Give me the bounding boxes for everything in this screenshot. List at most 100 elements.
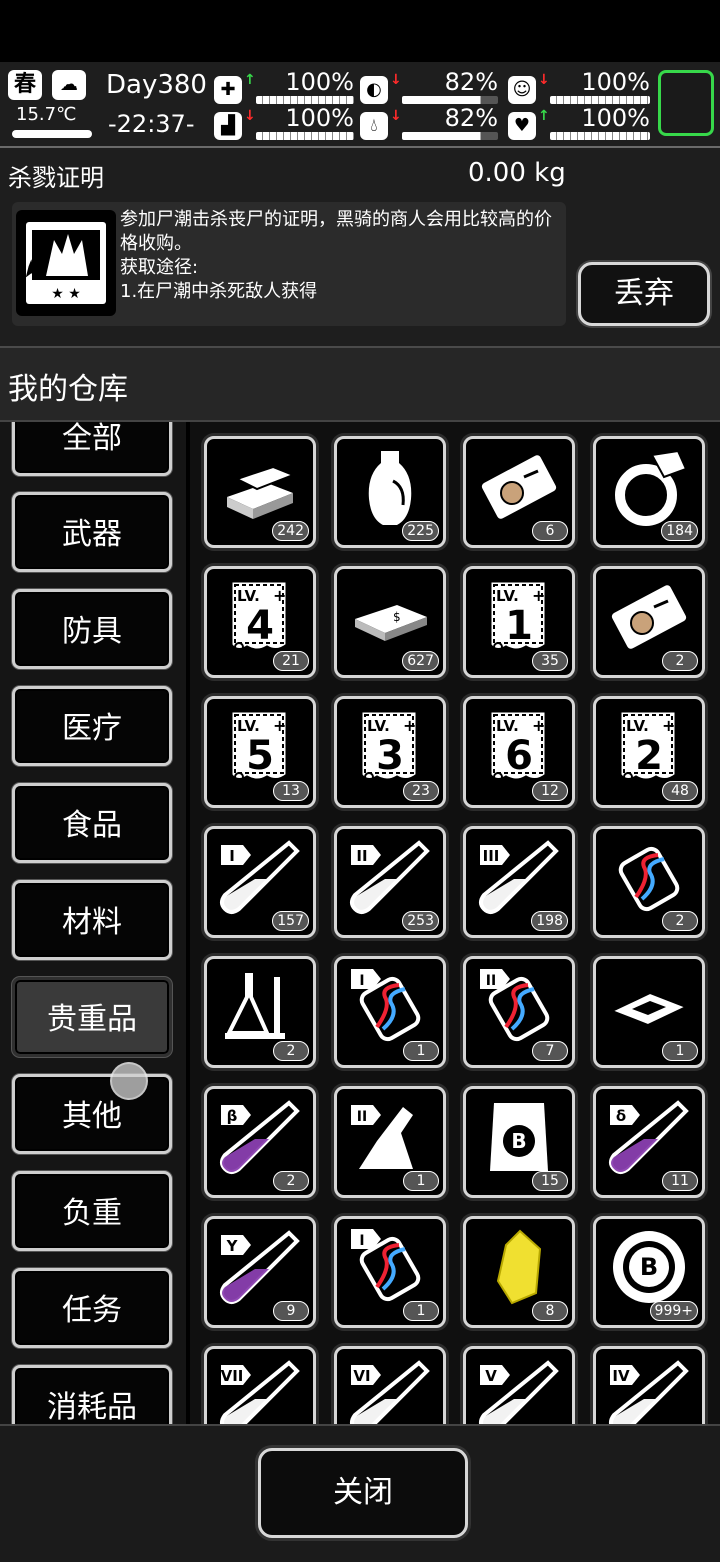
item-count-badge: 21 <box>273 651 309 671</box>
svg-text:$: $ <box>393 610 401 624</box>
discard-button[interactable]: 丢弃 <box>578 262 710 326</box>
cloudy-night-icon: ☁ <box>52 70 86 100</box>
temperature-bar <box>12 130 92 138</box>
item-slot[interactable]: I 157 <box>204 826 316 938</box>
item-slot[interactable]: 242 <box>204 436 316 548</box>
category-materials[interactable]: 材料 <box>12 880 172 960</box>
item-slot[interactable]: IV <box>593 1346 705 1424</box>
item-slot[interactable]: III 198 <box>463 826 575 938</box>
item-count-badge: 2 <box>273 1041 309 1061</box>
water-drop-icon: 💧︎ <box>360 112 388 140</box>
item-count-badge: 2 <box>273 1171 309 1191</box>
item-count-badge: 242 <box>272 521 309 541</box>
season-badge: 春 <box>8 70 42 100</box>
item-count-badge: 2 <box>662 911 698 931</box>
category-medical[interactable]: 医疗 <box>12 686 172 766</box>
item-count-badge: 7 <box>532 1041 568 1061</box>
item-grid[interactable]: 242 225 6 184 LV. + 4 21 $627 LV. + 1 35 2 LV. +… <box>190 422 720 1424</box>
svg-text:+: + <box>273 586 286 605</box>
trend-down-icon: ↓ <box>390 108 402 124</box>
item-slot[interactable]: 8 <box>463 1216 575 1328</box>
item-slot[interactable]: $627 <box>334 566 446 678</box>
item-slot[interactable]: LV. + 6 12 <box>463 696 575 808</box>
item-slot[interactable]: 184 <box>593 436 705 548</box>
day-counter: Day380 <box>106 70 207 100</box>
trend-down-icon: ↓ <box>390 72 402 88</box>
svg-text:IV: IV <box>612 1367 630 1385</box>
item-slot[interactable]: δ 11 <box>593 1086 705 1198</box>
item-slot[interactable]: I1 <box>334 1216 446 1328</box>
item-slot[interactable]: V <box>463 1346 575 1424</box>
face-icon: ☺ <box>508 76 536 104</box>
category-food[interactable]: 食品 <box>12 783 172 863</box>
item-slot[interactable]: B 15 <box>463 1086 575 1198</box>
item-slot[interactable]: 6 <box>463 436 575 548</box>
item-count-badge: 2 <box>662 651 698 671</box>
item-count-badge: 627 <box>402 651 439 671</box>
item-count-badge: 48 <box>662 781 698 801</box>
item-count-badge: 12 <box>532 781 568 801</box>
item-count-badge: 184 <box>661 521 698 541</box>
item-slot[interactable]: LV. + 3 23 <box>334 696 446 808</box>
svg-text:+: + <box>662 716 675 735</box>
stat-hunger: ◐ ↓ 82% <box>360 68 498 108</box>
svg-text:II: II <box>486 973 496 989</box>
kill-certificate-icon: ★ ★ <box>16 210 116 316</box>
item-count-badge: 1 <box>403 1171 439 1191</box>
svg-text:B: B <box>640 1253 658 1281</box>
svg-text:II: II <box>357 1109 367 1125</box>
item-slot[interactable]: 225 <box>334 436 446 548</box>
category-consumables[interactable]: 消耗品 <box>12 1365 172 1424</box>
category-armor[interactable]: 防具 <box>12 589 172 669</box>
item-count-badge: 35 <box>532 651 568 671</box>
trend-down-icon: ↓ <box>244 108 256 124</box>
category-valuables[interactable]: 贵重品 <box>12 977 172 1057</box>
stat-thirst: 💧︎ ↓ 82% <box>360 104 498 144</box>
svg-text:Y: Y <box>226 1237 239 1255</box>
close-button[interactable]: 关闭 <box>258 1448 468 1538</box>
category-others[interactable]: 其他 <box>12 1074 172 1154</box>
equipment-slot-button[interactable] <box>658 70 714 136</box>
category-load[interactable]: 负重 <box>12 1171 172 1251</box>
item-slot[interactable]: I1 <box>334 956 446 1068</box>
category-sidebar[interactable]: 全部 武器 防具 医疗 食品 材料 贵重品 其他 负重 任务 消耗品 <box>0 422 186 1424</box>
clock: -22:37- <box>108 110 195 138</box>
trend-up-icon: ↑ <box>244 72 256 88</box>
item-slot[interactable]: 2 <box>204 956 316 1068</box>
svg-text:6: 6 <box>505 733 533 779</box>
item-slot[interactable]: VII <box>204 1346 316 1424</box>
medkit-icon: ✚ <box>214 76 242 104</box>
category-all[interactable]: 全部 <box>12 422 172 476</box>
item-count-badge: 999+ <box>649 1301 698 1321</box>
item-slot[interactable]: B 999+ <box>593 1216 705 1328</box>
item-slot[interactable]: 1 <box>593 956 705 1068</box>
svg-text:III: III <box>483 847 500 865</box>
category-weapons[interactable]: 武器 <box>12 492 172 572</box>
item-count-badge: 1 <box>403 1301 439 1321</box>
item-slot[interactable]: LV. + 5 13 <box>204 696 316 808</box>
category-quests[interactable]: 任务 <box>12 1268 172 1348</box>
svg-text:+: + <box>532 586 545 605</box>
heart-icon: ♥ <box>508 112 536 140</box>
item-slot[interactable]: II 1 <box>334 1086 446 1198</box>
item-slot[interactable]: VI <box>334 1346 446 1424</box>
svg-text:VII: VII <box>221 1367 244 1385</box>
item-count-badge: 6 <box>532 521 568 541</box>
item-slot[interactable]: LV. + 1 35 <box>463 566 575 678</box>
item-slot[interactable]: LV. + 4 21 <box>204 566 316 678</box>
warehouse-title: 我的仓库 <box>8 372 128 407</box>
item-count-badge: 9 <box>273 1301 309 1321</box>
item-slot[interactable]: 2 <box>593 826 705 938</box>
item-slot[interactable]: Y9 <box>204 1216 316 1328</box>
item-slot[interactable]: II 7 <box>463 956 575 1068</box>
svg-text:I: I <box>359 973 364 989</box>
item-slot[interactable]: II 253 <box>334 826 446 938</box>
item-slot[interactable]: 2 <box>593 566 705 678</box>
item-count-badge: 23 <box>403 781 439 801</box>
svg-text:2: 2 <box>635 733 663 779</box>
svg-text:I: I <box>229 847 235 865</box>
stat-health: ✚ ↑ 100% <box>214 68 354 108</box>
item-slot[interactable]: LV. + 2 48 <box>593 696 705 808</box>
item-count-badge: 15 <box>532 1171 568 1191</box>
item-slot[interactable]: β2 <box>204 1086 316 1198</box>
